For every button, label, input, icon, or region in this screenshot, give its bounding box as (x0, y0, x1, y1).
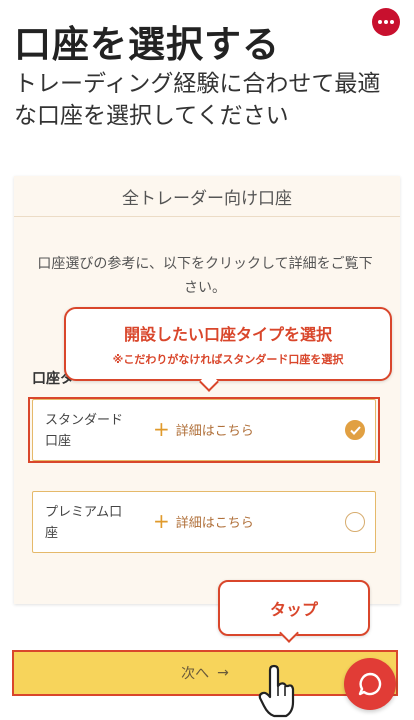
page-subtitle: トレーディング経験に合わせて最適な口座を選択してください (14, 71, 381, 129)
chat-icon (358, 672, 382, 696)
menu-button[interactable] (372, 8, 400, 36)
callout-title: 開設したい口座タイプを選択 (123, 325, 332, 344)
option-name: プレミアム口座 (45, 505, 123, 541)
option-premium[interactable]: プレミアム口座 + 詳細はこちら (32, 491, 376, 553)
instruction-callout: 開設したい口座タイプを選択 ※こだわりがなければスタンダード口座を選択 (64, 307, 392, 392)
intro-text: 口座選びの参考に、以下をクリックして詳細をご覧下さい。 (37, 256, 373, 296)
plus-icon: + (153, 509, 170, 533)
chat-button[interactable] (344, 658, 396, 710)
next-button-label: 次へ (181, 666, 210, 682)
next-button[interactable]: 次へ → (12, 650, 398, 696)
card-header: 全トレーダー向け口座 (14, 176, 400, 217)
option-detail-link[interactable]: + 詳細はこちら (153, 511, 254, 531)
radio-premium[interactable] (345, 512, 365, 532)
callout-note: ※こだわりがなければスタンダード口座を選択 (112, 353, 344, 366)
arrow-right-icon: → (217, 665, 229, 681)
menu-dots-icon (378, 20, 394, 24)
hand-pointer-icon (258, 664, 295, 718)
option-highlight-frame (28, 397, 380, 463)
option-detail-label: 詳細はこちら (175, 515, 254, 531)
page-title: 口座を選択する (14, 23, 280, 66)
